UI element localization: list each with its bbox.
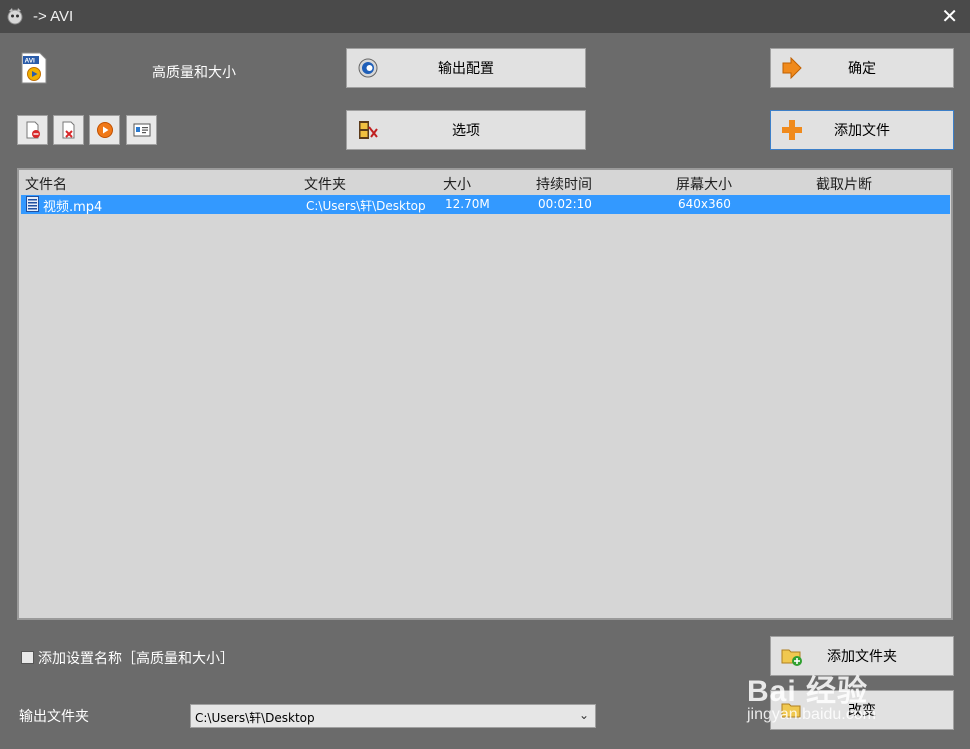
column-header-clip[interactable]: 截取片断	[816, 174, 872, 194]
table-row[interactable]: 视频.mp4 C:\Users\轩\Desktop 12.70M 00:02:1…	[21, 195, 950, 215]
output-folder-label: 输出文件夹	[19, 709, 89, 725]
cell-size: 12.70M	[445, 197, 490, 211]
video-file-icon	[26, 196, 39, 212]
add-setting-name-checkbox[interactable]	[21, 651, 34, 664]
cell-filename: 视频.mp4	[43, 200, 103, 215]
play-button[interactable]	[89, 115, 120, 145]
info-icon	[133, 123, 151, 137]
cell-folder: C:\Users\轩\Desktop	[306, 199, 426, 213]
change-label: 改变	[848, 703, 876, 719]
ok-label: 确定	[848, 61, 876, 77]
output-folder-select[interactable]: C:\Users\轩\Desktop ⌄	[190, 704, 596, 728]
output-config-label: 输出配置	[438, 61, 494, 77]
add-file-button[interactable]: 添加文件	[770, 110, 954, 150]
clear-list-icon	[62, 121, 75, 139]
remove-file-icon	[26, 121, 40, 139]
chevron-down-icon[interactable]: ⌄	[579, 708, 589, 722]
cell-duration: 00:02:10	[538, 197, 592, 211]
preset-label: 高质量和大小	[152, 65, 236, 81]
info-button[interactable]	[126, 115, 157, 145]
play-icon	[97, 122, 113, 138]
close-icon[interactable]: ✕	[941, 6, 958, 26]
window-title: -> AVI	[33, 8, 74, 25]
column-header-duration[interactable]: 持续时间	[536, 174, 592, 194]
remove-file-button[interactable]	[17, 115, 48, 145]
change-button[interactable]: 改变	[770, 690, 954, 730]
output-config-button[interactable]: 输出配置	[346, 48, 586, 88]
ok-button[interactable]: 确定	[770, 48, 954, 88]
file-list[interactable]: 文件名 文件夹 大小 持续时间 屏幕大小 截取片断 视频.mp4 C:\User…	[17, 168, 953, 620]
avi-file-icon: AVI	[21, 52, 47, 84]
svg-text:AVI: AVI	[25, 58, 36, 65]
title-bar: -> AVI ✕	[0, 0, 970, 33]
column-header-resolution[interactable]: 屏幕大小	[676, 174, 732, 194]
output-folder-value: C:\Users\轩\Desktop	[195, 711, 315, 725]
add-folder-label: 添加文件夹	[827, 649, 897, 665]
column-header-size[interactable]: 大小	[443, 174, 471, 194]
column-header-folder[interactable]: 文件夹	[304, 174, 346, 194]
add-setting-name-label[interactable]: 添加设置名称［高质量和大小］	[38, 648, 234, 668]
file-list-header: 文件名 文件夹 大小 持续时间 屏幕大小 截取片断	[19, 170, 951, 194]
options-button[interactable]: 选项	[346, 110, 586, 150]
options-label: 选项	[452, 123, 480, 139]
cell-resolution: 640x360	[678, 197, 731, 211]
add-file-label: 添加文件	[834, 123, 890, 139]
app-logo-icon	[7, 8, 23, 25]
add-folder-button[interactable]: 添加文件夹	[770, 636, 954, 676]
clear-list-button[interactable]	[53, 115, 84, 145]
column-header-filename[interactable]: 文件名	[25, 174, 67, 194]
